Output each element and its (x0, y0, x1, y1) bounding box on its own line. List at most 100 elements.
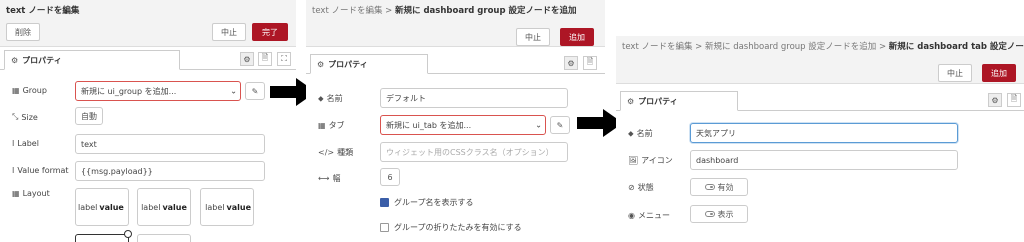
panel-title: text ノードを編集 (6, 6, 80, 16)
done-button[interactable]: 完了 (252, 23, 288, 41)
class-label: </> 種類 (318, 147, 353, 158)
label-input[interactable]: text (75, 134, 265, 154)
document-icon: 🗎 (261, 53, 269, 62)
tab-label: プロパティ (638, 96, 678, 106)
layout-option-row2-left[interactable] (75, 234, 129, 242)
group-label-text: Group (22, 86, 47, 95)
grid-icon: ▦ (12, 189, 20, 198)
group-select[interactable]: 新規に ui_group を追加... ⌄ (75, 81, 241, 101)
layout-card-label: label (78, 202, 98, 212)
toggle-on-icon (704, 184, 715, 190)
tab-select-value: 新規に ui_tab を追加... (386, 120, 472, 130)
layout-label-text: Layout (22, 189, 50, 198)
collapse-label: グループの折りたたみを有効にする (394, 223, 522, 232)
size-label: ⤡ Size (12, 112, 38, 122)
delete-button[interactable]: 削除 (6, 23, 40, 41)
width-label-text: 幅 (332, 174, 341, 183)
group-label: ▦ Group (12, 86, 47, 95)
add-button[interactable]: 追加 (560, 28, 594, 46)
width-arrows-icon: ⟷ (318, 174, 330, 183)
cancel-button[interactable]: 中止 (938, 64, 972, 82)
icon-input[interactable]: dashboard (690, 150, 958, 170)
layout-option-row2-center[interactable] (137, 234, 191, 242)
breadcrumb: text ノードを編集 > 新規に dashboard group 設定ノードを… (622, 40, 1024, 52)
gear-icon: ⚙ (317, 59, 325, 69)
cancel-button[interactable]: 中止 (516, 28, 550, 46)
show-name-label: グループ名を表示する (394, 198, 474, 207)
value-format-input[interactable]: {{msg.payload}} (75, 161, 265, 181)
file-image-icon: 🖼 (628, 156, 639, 165)
size-label-text: Size (21, 112, 38, 122)
layout-option-left[interactable]: label value (75, 188, 129, 226)
layout-card-value: value (99, 202, 124, 212)
size-button[interactable]: 自動 (75, 107, 103, 125)
breadcrumb-text: text ノードを編集 > (312, 6, 393, 16)
tab-select[interactable]: 新規に ui_tab を追加... ⌄ (380, 115, 546, 135)
settings-icon-button[interactable]: ⚙ (240, 52, 254, 66)
code-icon: </> (318, 148, 335, 157)
settings-icon-button[interactable]: ⚙ (564, 56, 578, 70)
layout-label: ▦ Layout (12, 189, 50, 198)
name-input[interactable]: 天気アプリ (690, 123, 958, 143)
group-select-value: 新規に ui_group を追加... (81, 86, 177, 96)
cancel-button[interactable]: 中止 (212, 23, 246, 41)
tab-properties[interactable]: ⚙ プロパティ (620, 91, 738, 111)
tag-icon: ⬥ (628, 128, 634, 138)
edit-group-button[interactable]: ✎ (245, 82, 265, 100)
toggle-on-icon (704, 211, 715, 217)
menu-toggle[interactable]: 表示 (690, 205, 748, 223)
class-input[interactable]: ウィジェット用のCSSクラス名（オプション） (380, 142, 568, 162)
collapse-checkbox[interactable] (380, 223, 389, 232)
layout-card-label: label (205, 202, 225, 212)
name-label-text: 名前 (326, 94, 343, 103)
layout-card-value: value (162, 202, 187, 212)
tab-properties[interactable]: ⚙ プロパティ (310, 54, 428, 74)
description-icon-button[interactable]: 🗎 (1007, 93, 1021, 107)
appearance-icon-button[interactable]: ⛶ (277, 52, 291, 66)
settings-icon-button[interactable]: ⚙ (988, 93, 1002, 107)
tab-field-label-text: タブ (328, 121, 345, 130)
add-dashboard-tab-panel: text ノードを編集 > 新規に dashboard group 設定ノードを… (616, 0, 1024, 242)
state-toggle[interactable]: 有効 (690, 178, 748, 196)
icon-label-text: アイコン (641, 156, 673, 165)
state-label: ⊘ 状態 (628, 182, 654, 193)
add-dashboard-group-panel: text ノードを編集 > 新規に dashboard group 設定ノードを… (306, 0, 605, 242)
breadcrumb-text: text ノードを編集 > 新規に dashboard group 設定ノードを… (622, 42, 887, 52)
resize-icon: ⤡ (12, 112, 19, 121)
chevron-down-icon: ⌄ (535, 120, 542, 130)
tab-label: プロパティ (328, 59, 368, 69)
description-icon-button[interactable]: 🗎 (258, 52, 272, 66)
gear-icon: ⚙ (627, 96, 635, 106)
icon-label: 🖼 アイコン (628, 155, 673, 166)
description-icon-button[interactable]: 🗎 (583, 56, 597, 70)
layout-card-label: label (141, 202, 161, 212)
menu-toggle-label: 表示 (717, 209, 734, 219)
name-label-text: 名前 (636, 129, 653, 138)
tab-bar: ⚙ プロパティ ⚙ 🗎 (616, 89, 1024, 111)
edit-tab-button[interactable]: ✎ (550, 116, 570, 134)
panel-header: text ノードを編集 > 新規に dashboard group 設定ノードを… (616, 36, 1024, 84)
panel-title: 新規に dashboard tab 設定ノードを追加 (888, 42, 1024, 52)
document-icon: 🗎 (586, 57, 594, 66)
eye-icon: ◉ (628, 211, 635, 220)
layout-option-center[interactable]: label value (137, 188, 191, 226)
class-label-text: 種類 (337, 148, 354, 157)
pencil-icon: ✎ (251, 86, 259, 96)
width-button[interactable]: 6 (380, 168, 400, 186)
pencil-icon: ✎ (556, 120, 564, 130)
document-icon: 🗎 (1010, 94, 1018, 103)
layout-option-right[interactable]: label value (200, 188, 254, 226)
name-input[interactable]: デフォルト (380, 88, 568, 108)
menu-label: ◉ メニュー (628, 210, 670, 221)
tag-icon: ⬥ (318, 93, 324, 103)
tab-properties[interactable]: ⚙ プロパティ (4, 50, 180, 70)
show-name-checkbox[interactable] (380, 198, 389, 207)
add-button[interactable]: 追加 (982, 64, 1016, 82)
width-label: ⟷ 幅 (318, 173, 340, 184)
chevron-down-icon: ⌄ (230, 86, 237, 96)
name-label: ⬥ 名前 (628, 128, 653, 139)
gear-icon: ⚙ (11, 55, 19, 65)
tab-field-label: ▦ タブ (318, 120, 345, 131)
value-format-label-text: Value format (17, 166, 69, 175)
label-label: I Label (12, 139, 39, 148)
